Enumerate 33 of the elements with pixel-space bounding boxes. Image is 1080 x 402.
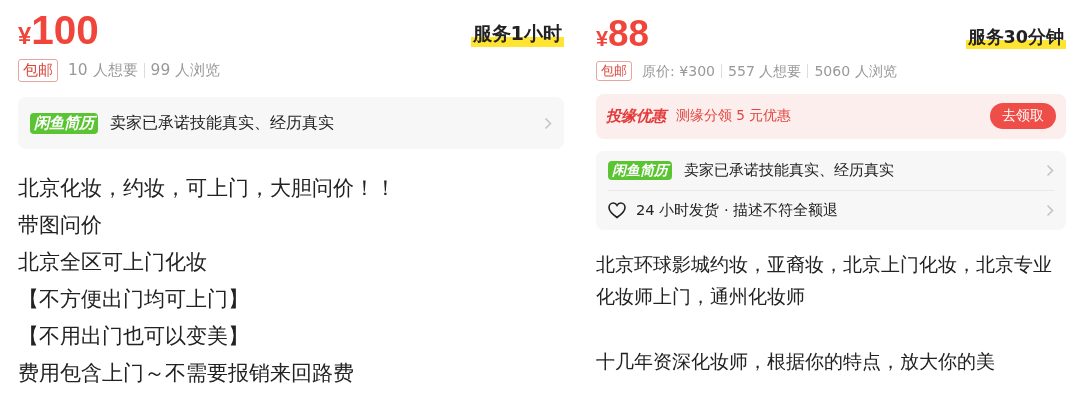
description-text: 北京环球影城约妆，亚裔妆，北京上门化妆，北京专业化妆师上门，通州化妆师 <box>596 251 1053 310</box>
description-text: 【不方便出门均可上门】 <box>18 286 250 313</box>
resume-badge: 闲鱼简历 <box>30 112 98 134</box>
description-text: 【不用出门也可以变美】 <box>18 323 250 351</box>
promo-text: 测缘分领 5 元优惠 <box>676 107 793 126</box>
info-text: 卖家已承诺技能真实、经历真实 <box>684 160 895 180</box>
claim-button[interactable]: 去领取 <box>990 103 1056 130</box>
info-text: 卖家已承诺技能真实、经历真实 <box>110 112 335 135</box>
free-shipping-tag: 包邮 <box>18 59 58 82</box>
chevron-icon <box>1046 163 1054 177</box>
stat-text: 10 人想要 <box>67 62 139 79</box>
info-row[interactable]: 24 小时发货 · 描述不符全额退 <box>608 189 1054 230</box>
price: 100 <box>31 10 99 51</box>
description-text: 费用包含上门～不需要报销来回路费 <box>18 360 355 388</box>
stat-text: 557 人想要 <box>721 63 808 78</box>
description-text: 北京化妆，约妆，可上门，大胆问价！！ <box>18 174 397 202</box>
stat-text: 99 人浏览 <box>143 62 227 79</box>
description-text: 带图问价 <box>18 211 103 239</box>
chevron-icon <box>1046 203 1054 217</box>
info-row[interactable]: 闲鱼简历 卖家已承诺技能真实、经历真实 <box>608 150 1054 190</box>
currency-symbol: ¥ <box>596 28 608 50</box>
description-text: 北京全区可上门化妆 <box>18 248 208 276</box>
stat-text: 5060 人浏览 <box>807 63 903 78</box>
currency-symbol: ¥ <box>18 24 32 48</box>
resume-badge: 闲鱼简历 <box>608 160 672 180</box>
info-text: 24 小时发货 · 描述不符全额退 <box>636 200 840 220</box>
price: 88 <box>608 16 649 53</box>
stat-text: 原价: ¥300 <box>641 63 717 78</box>
info-row[interactable]: 闲鱼简历 卖家已承诺技能真实、经历真实 <box>30 97 552 150</box>
heart-icon <box>608 201 626 219</box>
free-shipping-tag: 包邮 <box>596 60 632 82</box>
chevron-icon <box>544 116 552 130</box>
description-text: 十几年资深化妆师，根据你的特点，放大你的美 <box>596 349 996 375</box>
